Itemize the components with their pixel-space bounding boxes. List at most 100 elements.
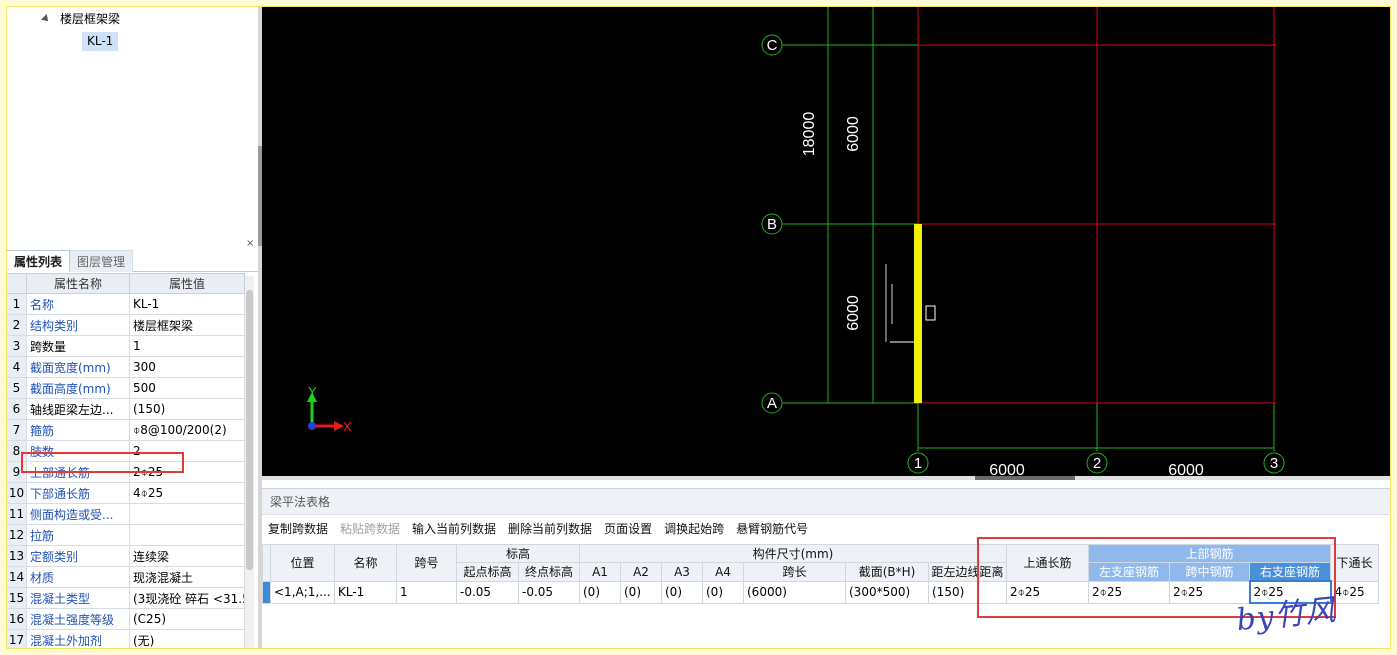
axis-lines [782,6,1276,451]
table-row[interactable]: 1 名称 KL-1 [6,293,245,315]
props-tabs: 属性列表 图层管理 [6,250,258,272]
toolbar-button[interactable]: 复制跨数据 [262,518,334,540]
table-row[interactable]: 15 混凝土类型 (3现浇砼 碎石 <31.5 [6,587,245,609]
row-number: 16 [6,608,27,630]
cell-section[interactable]: (300*500) [845,580,929,604]
property-value[interactable]: 现浇混凝土 [129,566,245,588]
beam-kl1[interactable] [914,224,922,403]
cell-bottom-through[interactable]: 4⌽25 [1330,580,1379,604]
cell-span-no[interactable]: 1 [396,580,457,604]
row-number: 7 [6,419,27,441]
bubble-label-1: 1 [914,455,922,472]
property-name: 拉筋 [26,524,130,546]
ucs-x-label: X [343,419,352,434]
cell-end-elev[interactable]: -0.05 [518,580,580,604]
tree-node-frame-beam[interactable]: 楼层框架梁 [41,10,121,28]
toolbar-button[interactable]: 输入当前列数据 [406,518,502,540]
cell-name[interactable]: KL-1 [334,580,397,604]
grid-header-section: 截面(B*H) [845,562,929,582]
cell-a1[interactable]: (0) [579,580,621,604]
table-row[interactable]: 13 定额类别 连续梁 [6,545,245,567]
beam-annotation-text [885,264,893,342]
cell-position[interactable]: <1,A;1,... [270,580,335,604]
property-value[interactable]: ⌽8@100/200(2) [129,419,245,441]
property-name: 侧面构造或受... [26,503,130,525]
property-name: 材质 [26,566,130,588]
table-row[interactable]: 14 材质 现浇混凝土 [6,566,245,588]
property-value[interactable]: 连续梁 [129,545,245,567]
toolbar-button[interactable]: 悬臂钢筋代号 [730,518,814,540]
property-value[interactable]: (无) [129,629,245,649]
expand-caret-icon[interactable] [41,14,51,24]
cell-a3[interactable]: (0) [661,580,703,604]
property-name: 结构类别 [26,314,130,336]
table-row[interactable]: 16 混凝土强度等级 (C25) [6,608,245,630]
property-value[interactable] [129,524,245,546]
property-value[interactable] [129,503,245,525]
property-value[interactable]: (150) [129,398,245,420]
cursor-box [925,305,936,321]
row-number: 14 [6,566,27,588]
table-row[interactable]: 2 结构类别 楼层框架梁 [6,314,245,336]
cell-a4[interactable]: (0) [702,580,744,604]
table-row[interactable]: 12 拉筋 [6,524,245,546]
table-row[interactable]: 5 截面高度(mm) 500 [6,377,245,399]
table-row[interactable]: 7 箍筋 ⌽8@100/200(2) [6,419,245,441]
row-number: 3 [6,335,27,357]
grid-header-end-elev: 终点标高 [518,562,580,582]
property-name: 箍筋 [26,419,130,441]
grid-header-a1: A1 [579,562,621,582]
header-corner [6,273,27,294]
property-value[interactable]: (C25) [129,608,245,630]
row-number: 12 [6,524,27,546]
tab-layer-manager[interactable]: 图层管理 [70,250,134,272]
toolbar-button[interactable]: 调换起始跨 [658,518,730,540]
table-row[interactable]: 4 截面宽度(mm) 300 [6,356,245,378]
tab-property-list[interactable]: 属性列表 [6,250,71,272]
cell-a2[interactable]: (0) [620,580,662,604]
dimension-labels: 18000 6000 6000 6000 6000 [801,112,1204,476]
table-row[interactable]: 10 下部通长筋 4⌽25 [6,482,245,504]
row-number: 10 [6,482,27,504]
table-row[interactable]: 11 侧面构造或受... [6,503,245,525]
tree-node-label: 楼层框架梁 [60,12,121,26]
bubble-label-a: A [767,395,777,412]
toolbar-button[interactable]: 页面设置 [598,518,658,540]
grid-header-bottom-through: 下通长 [1330,544,1379,582]
scrollbar-thumb[interactable] [246,290,253,570]
property-value[interactable]: 1 [129,335,245,357]
property-value[interactable]: 300 [129,356,245,378]
close-icon[interactable]: × [246,238,254,249]
row-number: 11 [6,503,27,525]
property-value[interactable]: 楼层框架梁 [129,314,245,336]
property-name: 截面宽度(mm) [26,356,130,378]
property-name: 下部通长筋 [26,482,130,504]
property-scrollbar[interactable] [245,276,254,649]
canvas-scroll-thumb[interactable] [975,476,1075,480]
property-name: 跨数量 [26,335,130,357]
table-row[interactable]: 17 混凝土外加剂 (无) [6,629,245,649]
dim-text-upper: 6000 [845,116,862,152]
table-row[interactable]: 6 轴线距梁左边... (150) [6,398,245,420]
property-value[interactable]: KL-1 [129,293,245,315]
toolbar-button[interactable]: 删除当前列数据 [502,518,598,540]
property-value[interactable]: 500 [129,377,245,399]
toolbar-button[interactable]: 粘贴跨数据 [334,518,406,540]
cell-span-length[interactable]: (6000) [743,580,846,604]
row-selector[interactable] [262,580,271,604]
grid-header-span-length: 跨长 [743,562,846,582]
bubble-label-b: B [767,216,777,233]
cell-start-elev[interactable]: -0.05 [456,580,519,604]
drawing-canvas[interactable]: C B A 1 2 3 18000 6000 6000 6000 6000 Y … [262,6,1391,476]
tree-leaf-kl1[interactable]: KL-1 [82,32,119,51]
property-name: 混凝土类型 [26,587,130,609]
canvas-h-scrollbar[interactable] [262,476,1391,480]
table-row[interactable]: 3 跨数量 1 [6,335,245,357]
property-value[interactable]: (3现浇砼 碎石 <31.5 [129,587,245,609]
property-name: 名称 [26,293,130,315]
bubble-labels: C B A 1 2 3 [767,37,1279,472]
property-value[interactable]: 4⌽25 [129,482,245,504]
ucs-origin [308,422,316,430]
grid-toolbar: 复制跨数据 粘贴跨数据 输入当前列数据 删除当前列数据 页面设置 调换起始跨 悬臂钢筋代号 [262,517,814,541]
property-name: 混凝土外加剂 [26,629,130,649]
